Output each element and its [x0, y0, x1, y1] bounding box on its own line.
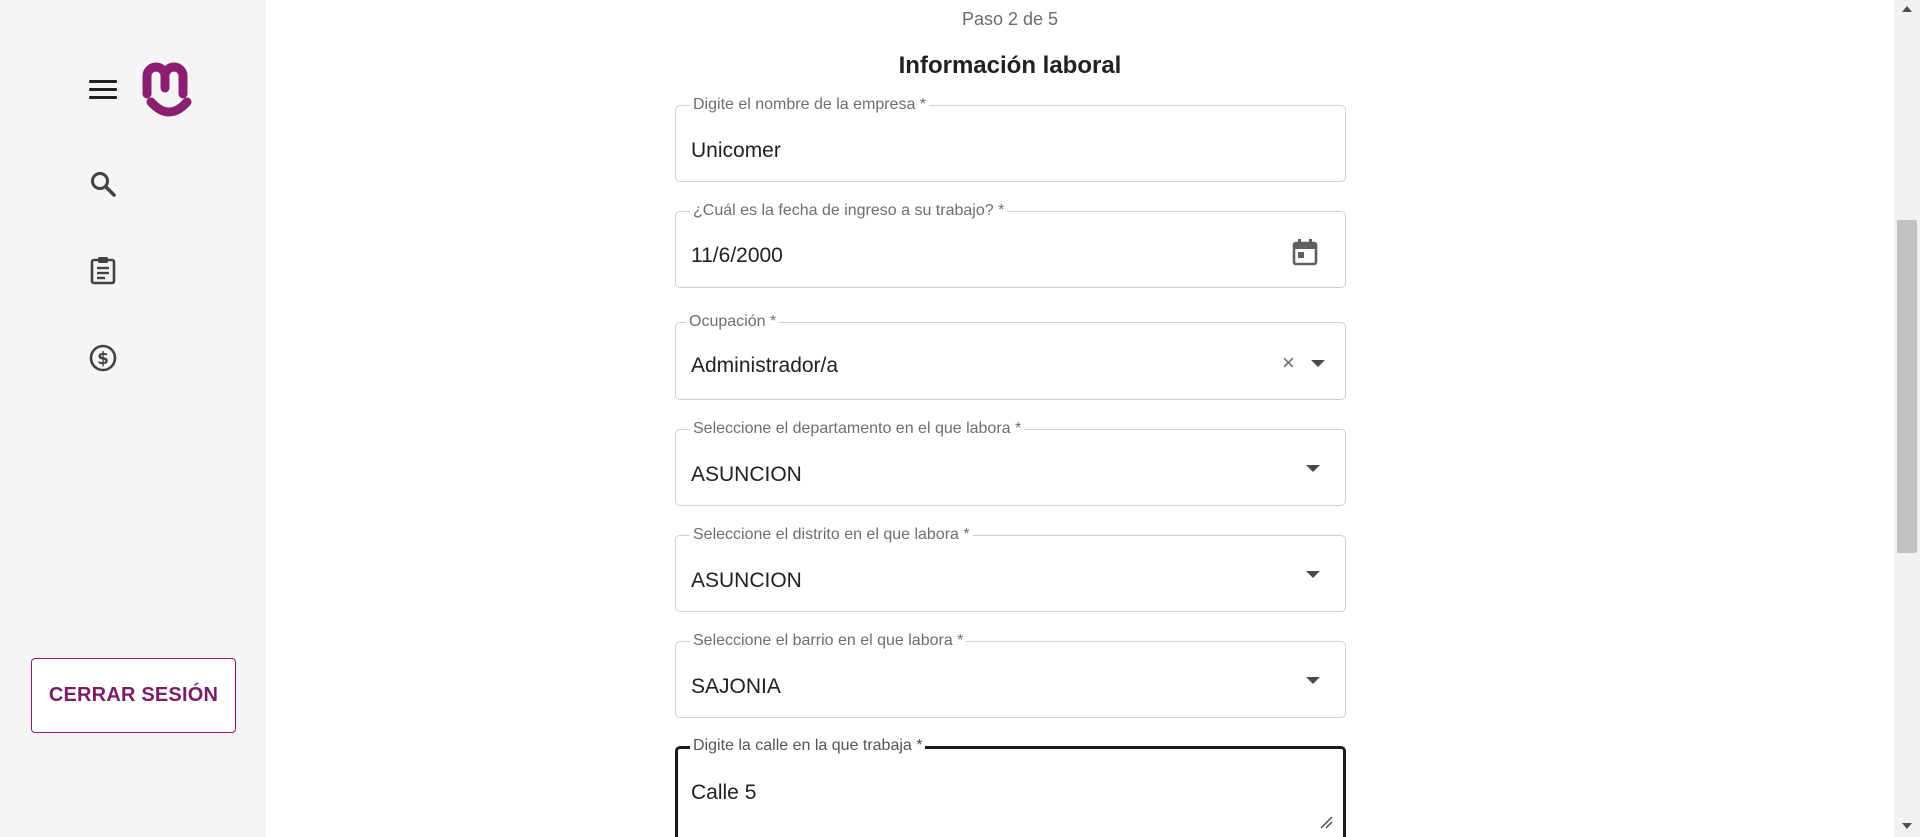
occupation-value[interactable]: Administrador/a: [691, 354, 838, 378]
dollar-circle-icon[interactable]: $: [88, 343, 118, 373]
scrollbar-thumb[interactable]: [1897, 220, 1917, 553]
chevron-down-icon[interactable]: [1306, 677, 1320, 684]
district-value[interactable]: ASUNCION: [691, 569, 802, 593]
district-select[interactable]: Seleccione el distrito en el que labora …: [675, 525, 1346, 612]
start-date-label: ¿Cuál es la fecha de ingreso a su trabaj…: [690, 201, 1008, 221]
clipboard-icon[interactable]: [88, 255, 118, 285]
department-label: Seleccione el departamento en el que lab…: [690, 419, 1025, 439]
section-title: Información laboral: [898, 52, 1122, 79]
menu-icon[interactable]: [86, 77, 120, 103]
company-name-label: Digite el nombre de la empresa *: [690, 95, 930, 115]
department-value[interactable]: ASUNCION: [691, 463, 802, 487]
step-indicator: Paso 2 de 5: [961, 9, 1059, 29]
neighborhood-select[interactable]: Seleccione el barrio en el que labora * …: [675, 631, 1346, 718]
scroll-up-icon[interactable]: [1902, 6, 1912, 12]
start-date-field[interactable]: ¿Cuál es la fecha de ingreso a su trabaj…: [675, 201, 1346, 288]
clear-icon[interactable]: ×: [1282, 352, 1295, 374]
neighborhood-label: Seleccione el barrio en el que labora *: [690, 631, 967, 651]
logout-button[interactable]: CERRAR SESIÓN: [31, 658, 236, 733]
street-value[interactable]: Calle 5: [691, 781, 756, 805]
company-name-value[interactable]: Unicomer: [691, 139, 781, 163]
street-textarea[interactable]: Digite la calle en la que trabaja * Call…: [675, 736, 1346, 837]
neighborhood-value[interactable]: SAJONIA: [691, 675, 781, 699]
scrollbar[interactable]: [1894, 0, 1920, 837]
calendar-icon[interactable]: [1292, 238, 1318, 266]
scroll-down-icon[interactable]: [1902, 823, 1912, 829]
chevron-down-icon[interactable]: [1311, 360, 1325, 367]
search-icon[interactable]: [88, 169, 118, 199]
street-label: Digite la calle en la que trabaja *: [690, 736, 926, 756]
resize-handle-icon[interactable]: [1319, 815, 1333, 829]
start-date-value[interactable]: 11/6/2000: [691, 244, 783, 268]
district-label: Seleccione el distrito en el que labora …: [690, 525, 973, 545]
occupation-label: Ocupación *: [686, 312, 780, 332]
chevron-down-icon[interactable]: [1306, 571, 1320, 578]
company-name-field[interactable]: Digite el nombre de la empresa * Unicome…: [675, 95, 1346, 182]
occupation-field[interactable]: Ocupación * Administrador/a ×: [675, 312, 1346, 400]
svg-text:$: $: [97, 349, 109, 369]
chevron-down-icon[interactable]: [1306, 465, 1320, 472]
department-select[interactable]: Seleccione el departamento en el que lab…: [675, 419, 1346, 506]
sidebar: $ CERRAR SESIÓN: [0, 0, 266, 837]
